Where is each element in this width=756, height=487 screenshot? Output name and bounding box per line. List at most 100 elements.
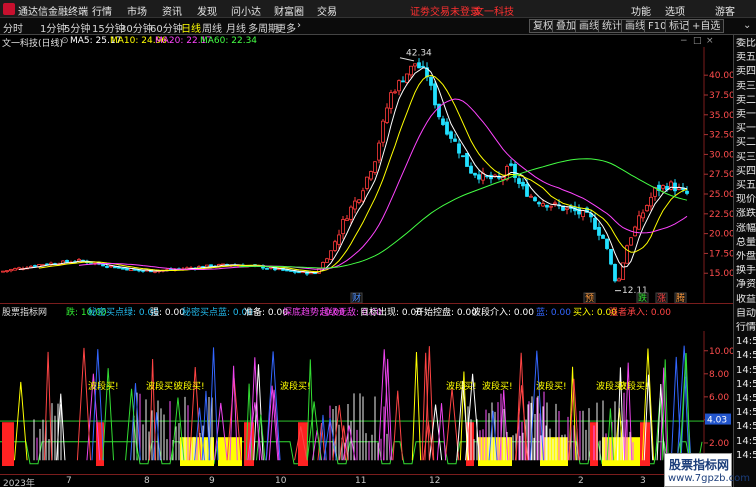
menu-discover[interactable]: 发现 bbox=[197, 3, 217, 18]
candle-body bbox=[633, 226, 637, 237]
event-mark-label: 预 bbox=[585, 293, 594, 303]
indicator-value: 强: 0.00 bbox=[150, 308, 185, 318]
candle-body bbox=[649, 196, 653, 207]
candle-body bbox=[121, 267, 125, 270]
candle-body bbox=[361, 190, 365, 202]
user-guest[interactable]: 游客 bbox=[715, 3, 735, 18]
buy-signal-label: 波段买! bbox=[146, 380, 177, 392]
zoom-out-icon[interactable]: − bbox=[680, 36, 688, 46]
period-daily[interactable]: 日线 bbox=[181, 20, 201, 35]
quote-sidebar: 委比卖五卖四卖三卖二卖一买一买二买三买四买五现价涨跌涨幅总量外盘换手净资收益自动… bbox=[733, 35, 756, 487]
candle-body bbox=[333, 241, 337, 251]
time-label-sep: 9 bbox=[209, 476, 215, 486]
candle-body bbox=[661, 185, 665, 189]
candle-body bbox=[337, 234, 341, 245]
sidebar-item[interactable]: 净资 bbox=[736, 279, 756, 290]
more-arrow-icon[interactable]: › bbox=[297, 20, 301, 31]
period-weekly[interactable]: 周线 bbox=[202, 20, 222, 35]
period-1min[interactable]: 1分钟 bbox=[40, 20, 66, 35]
sidebar-item[interactable]: 换手 bbox=[736, 265, 756, 276]
candle-body bbox=[373, 161, 377, 173]
sidebar-item[interactable]: 14:50 bbox=[736, 450, 756, 461]
candle-body bbox=[33, 265, 37, 267]
candle-body bbox=[393, 91, 397, 94]
candle-body bbox=[525, 183, 529, 197]
candle-body bbox=[645, 205, 649, 212]
settings-dot-icon[interactable]: ⊙ bbox=[61, 36, 69, 46]
menu-news[interactable]: 资讯 bbox=[162, 3, 182, 18]
sidebar-item[interactable]: 总量 bbox=[736, 237, 756, 248]
period-toolbar: 分时 1分钟 5分钟 15分钟 30分钟 60分钟 日线 周线 月线 多周期 更… bbox=[0, 18, 756, 35]
sidebar-item[interactable]: 14:50 bbox=[736, 407, 756, 418]
indicator-value: 秘密买点绿: 0.00 bbox=[88, 308, 159, 318]
candle-body bbox=[405, 73, 409, 83]
sidebar-item[interactable]: 自动 bbox=[736, 308, 756, 319]
candle-body bbox=[9, 269, 13, 272]
price-axis-label: 20.00 bbox=[709, 230, 733, 240]
candle-body bbox=[597, 227, 601, 236]
sidebar-item[interactable]: 买二 bbox=[736, 137, 756, 148]
collapse-icon[interactable]: ⌄ bbox=[743, 20, 751, 31]
period-more[interactable]: 更多 bbox=[276, 20, 296, 35]
sidebar-item[interactable]: 14:50 bbox=[736, 350, 756, 361]
sidebar-item[interactable]: 买三 bbox=[736, 152, 756, 163]
menu-options[interactable]: 选项 bbox=[665, 3, 685, 18]
candle-body bbox=[465, 152, 469, 167]
sidebar-item[interactable]: 买五 bbox=[736, 180, 756, 191]
close-chart-icon[interactable]: × bbox=[706, 36, 714, 46]
sidebar-item[interactable]: 卖一 bbox=[736, 109, 756, 120]
time-axis: 2023年 7 8 9 10 11 12 2 3 bbox=[0, 474, 704, 487]
candle-body bbox=[473, 172, 477, 176]
sidebar-item[interactable]: 卖二 bbox=[736, 95, 756, 106]
zoom-in-icon[interactable]: □ bbox=[693, 36, 702, 46]
candlestick-chart[interactable]: 40.00 37.50 35.00 32.50 30.00 27.50 25.00 22.50… bbox=[0, 47, 733, 303]
sidebar-item[interactable]: 行情 bbox=[736, 322, 756, 333]
period-monthly[interactable]: 月线 bbox=[226, 20, 246, 35]
price-axis-label: 17.50 bbox=[709, 249, 733, 259]
current-value-label: 4.03 bbox=[707, 416, 727, 426]
time-label-oct: 10 bbox=[275, 476, 287, 486]
period-30min[interactable]: 30分钟 bbox=[120, 20, 153, 35]
sidebar-item[interactable]: 14:50 bbox=[736, 336, 756, 347]
login-notice[interactable]: 证劵交易未登录 bbox=[410, 3, 480, 18]
price-axis-label: 30.00 bbox=[709, 150, 733, 160]
sidebar-item[interactable]: 委比 bbox=[736, 38, 756, 49]
sidebar-item[interactable]: 收益 bbox=[736, 294, 756, 305]
period-5min[interactable]: 5分钟 bbox=[64, 20, 90, 35]
candle-body bbox=[389, 92, 393, 109]
sidebar-item[interactable]: 涨跌 bbox=[736, 208, 756, 219]
candle-body bbox=[1, 270, 5, 273]
sidebar-item[interactable]: 现价 bbox=[736, 194, 756, 205]
candle-body bbox=[349, 206, 353, 220]
menu-function[interactable]: 功能 bbox=[631, 3, 651, 18]
menu-quotes[interactable]: 行情 bbox=[92, 3, 112, 18]
sidebar-item[interactable]: 14:50 bbox=[736, 365, 756, 376]
candle-body bbox=[357, 199, 361, 203]
period-60min[interactable]: 60分钟 bbox=[150, 20, 183, 35]
candle-body bbox=[637, 215, 641, 230]
high-price-label: 42.34 bbox=[406, 48, 432, 58]
period-multi[interactable]: 多周期 bbox=[248, 20, 278, 35]
menu-market[interactable]: 市场 bbox=[127, 3, 147, 18]
sidebar-item[interactable]: 买一 bbox=[736, 123, 756, 134]
sidebar-item[interactable]: 外盘 bbox=[736, 251, 756, 262]
indicator-value: 波段介入: 0.00 bbox=[472, 308, 534, 318]
sidebar-item[interactable]: 14:50 bbox=[736, 436, 756, 447]
menu-ask[interactable]: 问小达 bbox=[231, 3, 261, 18]
sidebar-item[interactable]: 14:50 bbox=[736, 421, 756, 432]
sidebar-item[interactable]: 卖四 bbox=[736, 66, 756, 77]
sidebar-item[interactable]: 14:50 bbox=[736, 393, 756, 404]
sidebar-item[interactable]: 卖五 bbox=[736, 52, 756, 63]
candle-body bbox=[629, 237, 633, 246]
add-watchlist-button[interactable]: +自选 bbox=[688, 19, 725, 33]
sidebar-item[interactable]: 买四 bbox=[736, 166, 756, 177]
period-tick[interactable]: 分时 bbox=[3, 20, 23, 35]
sidebar-item[interactable]: 卖三 bbox=[736, 81, 756, 92]
indicator-chart[interactable]: 10.008.006.004.002.004.03波段买!波段买!波段买!波段买… bbox=[0, 331, 733, 474]
menu-wealth[interactable]: 财富圈 bbox=[274, 3, 304, 18]
sidebar-item[interactable]: 14:50 bbox=[736, 379, 756, 390]
menu-trade[interactable]: 交易 bbox=[317, 3, 337, 18]
sidebar-item[interactable]: 涨幅 bbox=[736, 223, 756, 234]
indicator-axis-label: 8.00 bbox=[709, 370, 729, 380]
time-label-dec: 12 bbox=[429, 476, 441, 486]
